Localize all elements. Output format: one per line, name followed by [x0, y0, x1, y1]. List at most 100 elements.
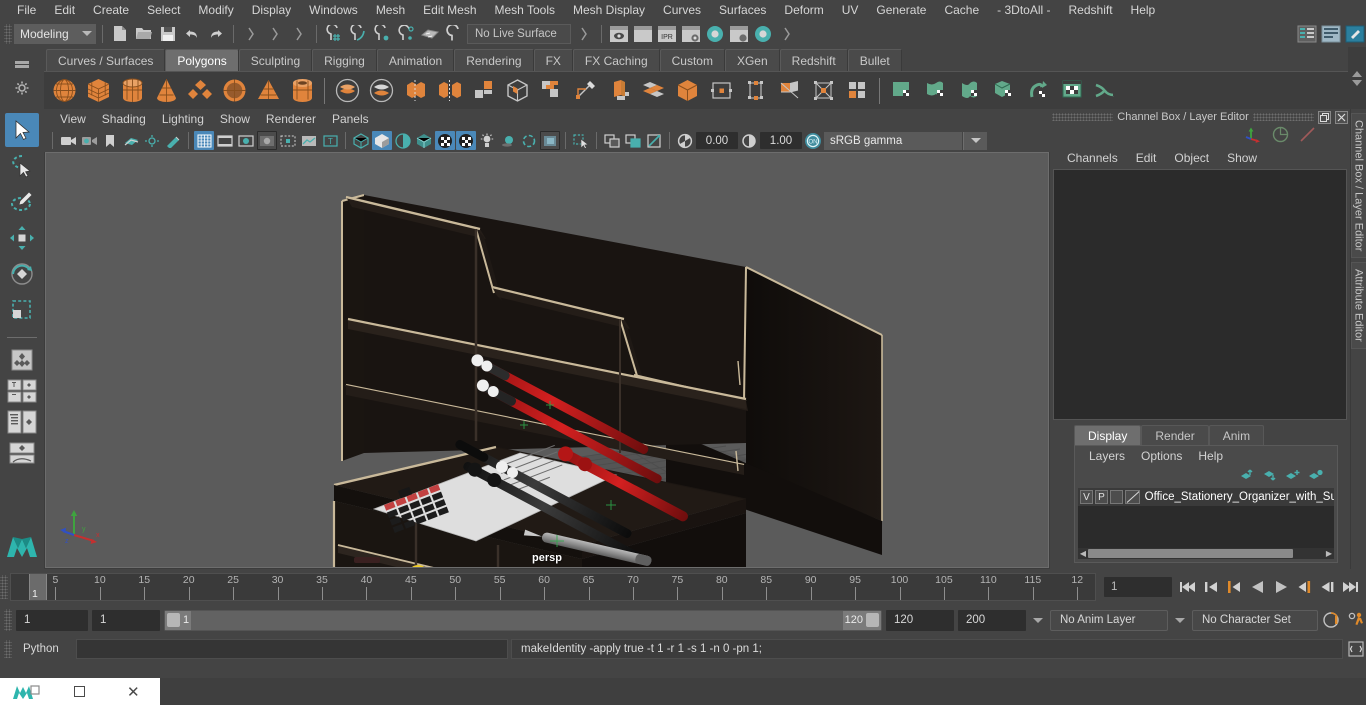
make-live-icon[interactable] — [443, 23, 465, 45]
menu-create[interactable]: Create — [84, 1, 138, 19]
play-backwards-icon[interactable] — [1247, 576, 1268, 597]
wireframe-icon[interactable] — [351, 131, 371, 150]
layer-menu-help[interactable]: Help — [1190, 448, 1231, 464]
gamma-value[interactable]: 1.00 — [760, 132, 802, 149]
scroll-left-icon[interactable]: ◀ — [1078, 549, 1088, 558]
select-by-hierarchy-icon-3[interactable] — [776, 23, 798, 45]
status-line-grip[interactable] — [4, 23, 12, 44]
menu-edit[interactable]: Edit — [45, 1, 84, 19]
safe-action-icon[interactable] — [299, 131, 319, 150]
shelf-tab-menu-icon[interactable] — [15, 60, 29, 64]
poly-pipe-icon[interactable] — [286, 75, 318, 107]
scroll-right-icon[interactable]: ▶ — [1324, 549, 1334, 558]
step-back-frame-icon[interactable] — [1224, 576, 1245, 597]
last-tool-used[interactable] — [5, 346, 39, 374]
combine-icon[interactable] — [399, 75, 431, 107]
step-back-keyframe-icon[interactable] — [1201, 576, 1222, 597]
script-editor-icon[interactable] — [1346, 639, 1366, 659]
merge-icon[interactable] — [705, 75, 737, 107]
redo-icon[interactable] — [205, 23, 227, 45]
uv-layout-icon[interactable] — [1056, 75, 1088, 107]
animation-end-field[interactable]: 200 — [958, 609, 1026, 631]
attribute-editor-toggle-icon[interactable] — [1320, 23, 1342, 45]
color-management-value[interactable]: sRGB gamma — [824, 131, 962, 150]
ipr-render-icon[interactable]: IPR — [656, 23, 678, 45]
render-current-frame-icon[interactable] — [632, 23, 654, 45]
shadows-icon[interactable] — [477, 131, 497, 150]
panel-drag-handle-right[interactable] — [1252, 113, 1314, 121]
time-slider[interactable]: 1 5 10 15 20 25 30 35 40 45 50 55 60 65 70 75 80 85 90 95 1… — [10, 572, 1096, 601]
wedge-icon[interactable] — [773, 75, 805, 107]
menu-surfaces[interactable]: Surfaces — [710, 1, 775, 19]
poly-torus-icon[interactable] — [218, 75, 250, 107]
shelf-tab-animation[interactable]: Animation — [376, 49, 455, 71]
layer-row[interactable]: V P Office_Stationery_Organizer_with_Sup… — [1078, 488, 1334, 506]
shelf-tab-custom[interactable]: Custom — [659, 49, 725, 71]
menu-cache[interactable]: Cache — [935, 1, 988, 19]
viewport-menu-show[interactable]: Show — [212, 111, 258, 127]
viewport-menu-panels[interactable]: Panels — [324, 111, 377, 127]
select-tool[interactable] — [5, 113, 39, 147]
menu-windows[interactable]: Windows — [300, 1, 367, 19]
render-setup-icon[interactable] — [728, 23, 750, 45]
four-view-layout[interactable] — [5, 377, 39, 405]
menu-set-selector[interactable]: Modeling — [14, 23, 96, 44]
snap-to-curve-icon[interactable] — [347, 23, 369, 45]
boolean-union-icon[interactable] — [331, 75, 363, 107]
range-end-field[interactable]: 120 — [886, 609, 954, 631]
menu-3dtoall[interactable]: - 3DtoAll - — [988, 1, 1059, 19]
current-frame-field[interactable]: 1 — [1104, 576, 1172, 597]
poke-face-icon[interactable] — [807, 75, 839, 107]
go-to-start-icon[interactable] — [1178, 576, 1199, 597]
shelf-tab-bullet[interactable]: Bullet — [847, 49, 902, 71]
character-set-dropdown-arrow[interactable] — [1172, 610, 1188, 631]
poly-plane-icon[interactable] — [184, 75, 216, 107]
tool-settings-toggle-icon[interactable] — [1344, 23, 1366, 45]
range-bar-left-handle[interactable]: 1 — [165, 610, 192, 630]
maximize-icon[interactable] — [53, 678, 106, 705]
time-slider-grip[interactable] — [0, 574, 8, 599]
uv-snapshot-icon[interactable] — [1090, 75, 1122, 107]
rendering-flags-icon[interactable] — [752, 23, 774, 45]
boolean-difference-icon[interactable] — [365, 75, 397, 107]
channelbox-menu-edit[interactable]: Edit — [1127, 150, 1166, 166]
close-icon[interactable]: ✕ — [107, 678, 160, 705]
chevron-down-icon[interactable] — [1352, 79, 1362, 86]
uv-cylindrical-icon[interactable] — [954, 75, 986, 107]
poly-cone-icon[interactable] — [150, 75, 182, 107]
extrude-icon[interactable] — [603, 75, 635, 107]
animation-preferences-icon[interactable] — [1346, 610, 1366, 630]
move-layer-up-icon[interactable] — [1239, 469, 1254, 484]
vertical-tab-attribute-editor[interactable]: Attribute Editor — [1350, 262, 1366, 350]
menu-edit-mesh[interactable]: Edit Mesh — [414, 1, 485, 19]
live-surface-field[interactable]: No Live Surface — [467, 23, 571, 44]
shelf-tab-polygons[interactable]: Polygons — [165, 49, 239, 71]
range-bar-right-handle[interactable]: 120 — [842, 610, 881, 630]
menu-deform[interactable]: Deform — [775, 1, 832, 19]
append-polygon-icon[interactable] — [739, 75, 771, 107]
shelf-tab-rendering[interactable]: Rendering — [454, 49, 534, 71]
select-by-hierarchy-icon-2[interactable] — [573, 23, 595, 45]
anim-layer-selector[interactable]: No Anim Layer — [1050, 609, 1168, 631]
move-layer-down-icon[interactable] — [1262, 469, 1277, 484]
command-language-label[interactable]: Python — [15, 643, 73, 655]
menu-mesh-display[interactable]: Mesh Display — [564, 1, 654, 19]
channel-box-list[interactable] — [1053, 169, 1347, 420]
xray-active-components-icon[interactable] — [644, 131, 664, 150]
bridge-icon[interactable] — [671, 75, 703, 107]
new-scene-icon[interactable] — [109, 23, 131, 45]
menu-modify[interactable]: Modify — [189, 1, 242, 19]
channel-box-dial-icon[interactable] — [1272, 126, 1289, 146]
character-set-selector[interactable]: No Character Set — [1192, 609, 1318, 631]
image-plane-icon[interactable] — [121, 131, 141, 150]
gear-icon[interactable] — [15, 81, 29, 95]
separate-icon[interactable] — [433, 75, 465, 107]
command-input[interactable] — [76, 639, 508, 659]
menu-uv[interactable]: UV — [833, 1, 868, 19]
multi-cut-icon[interactable] — [535, 75, 567, 107]
shelf-tab-sculpting[interactable]: Sculpting — [238, 49, 313, 71]
channel-box-toggle-icon[interactable] — [1296, 23, 1318, 45]
select-by-hierarchy-icon[interactable] — [240, 23, 262, 45]
step-forward-keyframe-icon[interactable] — [1316, 576, 1337, 597]
xray-icon[interactable] — [602, 131, 622, 150]
